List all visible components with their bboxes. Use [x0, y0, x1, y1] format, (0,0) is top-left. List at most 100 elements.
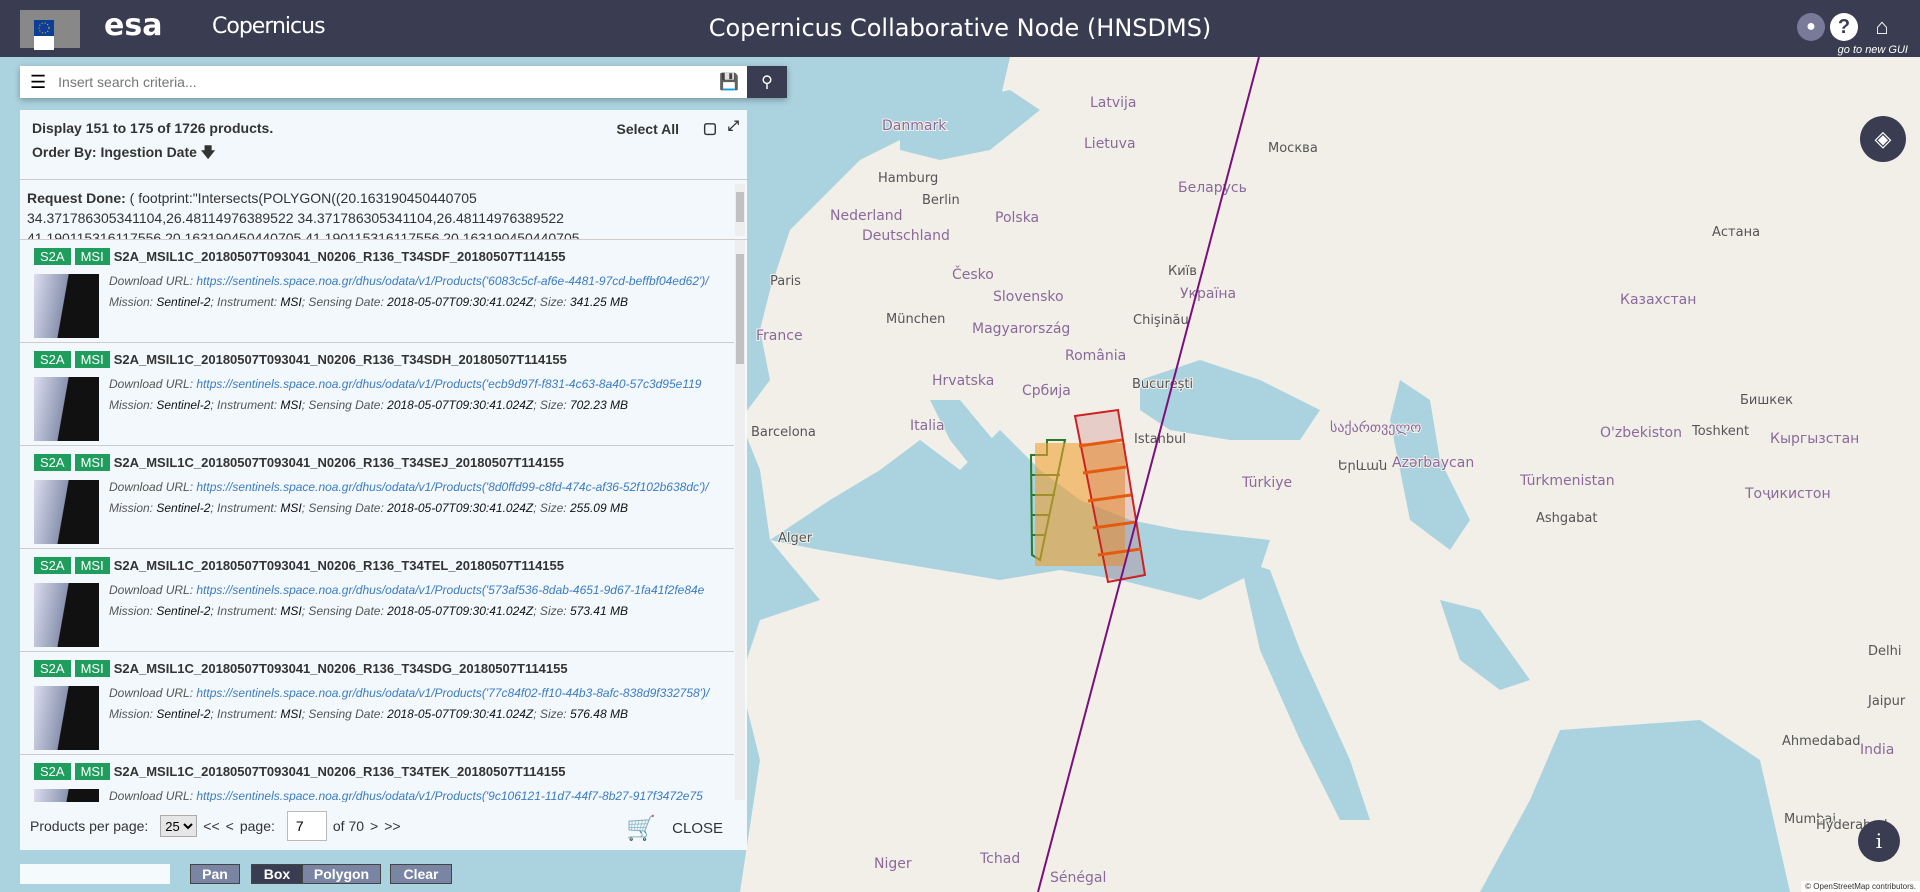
next-page-button[interactable]: >	[370, 818, 378, 834]
product-thumbnail[interactable]	[34, 377, 99, 441]
user-icon[interactable]: ●	[1797, 13, 1825, 41]
product-name[interactable]: S2A_MSIL1C_20180507T093041_N0206_R136_T3…	[114, 352, 567, 367]
product-item[interactable]: S2A MSI S2A_MSIL1C_20180507T093041_N0206_R…	[20, 549, 734, 652]
search-bar: ☰ 💾 ⚲	[20, 66, 787, 98]
pagination: Products per page: 25 << < page: of 70 >…	[20, 802, 747, 850]
download-link[interactable]: https://sentinels.space.noa.gr/dhus/odat…	[196, 789, 702, 802]
download-link[interactable]: https://sentinels.space.noa.gr/dhus/odat…	[196, 274, 708, 288]
product-meta: Download URL: https://sentinels.space.no…	[109, 789, 739, 802]
product-item[interactable]: S2A MSI S2A_MSIL1C_20180507T093041_N0206_R…	[20, 755, 734, 802]
product-thumbnail[interactable]	[34, 480, 99, 544]
save-icon[interactable]: 💾	[711, 72, 747, 92]
checkbox-icon[interactable]: ▢	[703, 119, 717, 137]
prev-page-button[interactable]: <	[226, 818, 234, 834]
request-scrollbar[interactable]	[735, 184, 745, 236]
first-page-button[interactable]: <<	[203, 818, 219, 834]
polygon-tool-button[interactable]: Polygon	[302, 864, 381, 884]
per-page-label: Products per page:	[30, 818, 149, 834]
map-label: Paris	[770, 274, 801, 289]
size-value: 576.48 MB	[569, 707, 628, 721]
product-name[interactable]: S2A_MSIL1C_20180507T093041_N0206_R136_T3…	[114, 558, 564, 573]
download-label: Download URL:	[109, 686, 197, 700]
download-link[interactable]: https://sentinels.space.noa.gr/dhus/odat…	[196, 377, 701, 391]
map-label: Србија	[1022, 383, 1071, 399]
map-label: Nederland	[830, 208, 903, 224]
product-thumbnail[interactable]	[34, 274, 99, 338]
help-icon[interactable]: ?	[1830, 13, 1858, 41]
layers-button[interactable]: ◈	[1860, 116, 1906, 162]
size-label: ; Size:	[533, 604, 570, 618]
order-by[interactable]: Order By: Ingestion Date 🡇	[32, 142, 735, 166]
map-label: Magyarország	[972, 321, 1070, 337]
product-name[interactable]: S2A_MSIL1C_20180507T093041_N0206_R136_T3…	[114, 455, 564, 470]
menu-icon[interactable]: ☰	[30, 72, 46, 93]
list-scrollbar[interactable]	[735, 240, 745, 800]
select-all-button[interactable]: Select All	[616, 121, 679, 137]
download-label: Download URL:	[109, 583, 197, 597]
map-label: France	[756, 328, 803, 344]
download-link[interactable]: https://sentinels.space.noa.gr/dhus/odat…	[196, 686, 709, 700]
size-value: 341.25 MB	[569, 295, 628, 309]
product-thumbnail[interactable]	[34, 686, 99, 750]
product-item[interactable]: S2A MSI S2A_MSIL1C_20180507T093041_N0206_R…	[20, 652, 734, 755]
map-label: Türkmenistan	[1519, 473, 1615, 489]
per-page-select[interactable]: 25	[160, 815, 198, 837]
product-item[interactable]: S2A MSI S2A_MSIL1C_20180507T093041_N0206_R…	[20, 343, 734, 446]
mission-label: Mission:	[109, 604, 157, 618]
new-gui-link[interactable]: go to new GUI	[1838, 44, 1908, 56]
expand-icon[interactable]: ⤢	[728, 117, 739, 134]
mission-value: Sentinel-2	[156, 707, 211, 721]
map-label: Berlin	[922, 193, 960, 208]
page-total: of 70	[332, 818, 365, 834]
download-link[interactable]: https://sentinels.space.noa.gr/dhus/odat…	[196, 583, 704, 597]
map-label: Niger	[874, 856, 912, 872]
instrument-label: ; Instrument:	[210, 501, 281, 515]
search-button[interactable]: ⚲	[747, 66, 787, 98]
last-page-button[interactable]: >>	[384, 818, 400, 834]
coordinate-input[interactable]	[20, 864, 170, 884]
download-label: Download URL:	[109, 789, 197, 802]
mission-label: Mission:	[109, 295, 157, 309]
size-label: ; Size:	[533, 295, 570, 309]
product-list: S2A MSI S2A_MSIL1C_20180507T093041_N0206_R…	[20, 240, 747, 802]
instrument-label: ; Instrument:	[210, 707, 281, 721]
map-label: Hrvatska	[932, 373, 994, 389]
clear-tool-button[interactable]: Clear	[390, 864, 452, 884]
map-label: Italia	[910, 418, 945, 434]
product-thumbnail[interactable]	[34, 583, 99, 647]
download-link[interactable]: https://sentinels.space.noa.gr/dhus/odat…	[196, 480, 708, 494]
product-item[interactable]: S2A MSI S2A_MSIL1C_20180507T093041_N0206_R…	[20, 446, 734, 549]
map-attribution: © OpenStreetMap contributors.	[1801, 881, 1920, 892]
instrument-value: MSI	[280, 707, 302, 721]
download-label: Download URL:	[109, 480, 197, 494]
map-label: Кыргызстан	[1770, 431, 1859, 447]
info-button[interactable]: i	[1858, 820, 1900, 862]
product-name[interactable]: S2A_MSIL1C_20180507T093041_N0206_R136_T3…	[114, 249, 566, 264]
mission-value: Sentinel-2	[156, 295, 211, 309]
info-icon: i	[1875, 829, 1883, 853]
instrument-label: ; Instrument:	[210, 398, 281, 412]
search-icon: ⚲	[761, 74, 773, 91]
map-label: Тоҷикистон	[1744, 486, 1831, 502]
map-label: Polska	[995, 210, 1039, 226]
instrument-value: MSI	[280, 501, 302, 515]
sensing-date: 2018-05-07T09:30:41.024Z	[387, 501, 534, 515]
map-label: Česko	[952, 265, 994, 283]
product-item[interactable]: S2A MSI S2A_MSIL1C_20180507T093041_N0206_R…	[20, 240, 734, 343]
mission-badge: S2A	[34, 351, 71, 368]
product-meta: Download URL: https://sentinels.space.no…	[109, 583, 739, 625]
page-input[interactable]	[286, 811, 327, 841]
cart-add-icon[interactable]: 🛒	[626, 814, 656, 843]
box-tool-button[interactable]: Box	[251, 864, 303, 884]
order-by-label: Order By: Ingestion Date	[32, 144, 197, 160]
product-name[interactable]: S2A_MSIL1C_20180507T093041_N0206_R136_T3…	[114, 764, 566, 779]
close-button[interactable]: 🛒 CLOSE	[626, 814, 729, 843]
results-header: Display 151 to 175 of 1726 products. Ord…	[20, 110, 747, 180]
search-input[interactable]	[58, 74, 711, 90]
pan-tool-button[interactable]: Pan	[190, 864, 240, 884]
map-label: Danmark	[882, 118, 947, 134]
product-meta: Download URL: https://sentinels.space.no…	[109, 274, 739, 316]
product-name[interactable]: S2A_MSIL1C_20180507T093041_N0206_R136_T3…	[114, 661, 568, 676]
home-icon[interactable]: ⌂	[1868, 13, 1896, 41]
product-thumbnail[interactable]	[34, 789, 99, 802]
